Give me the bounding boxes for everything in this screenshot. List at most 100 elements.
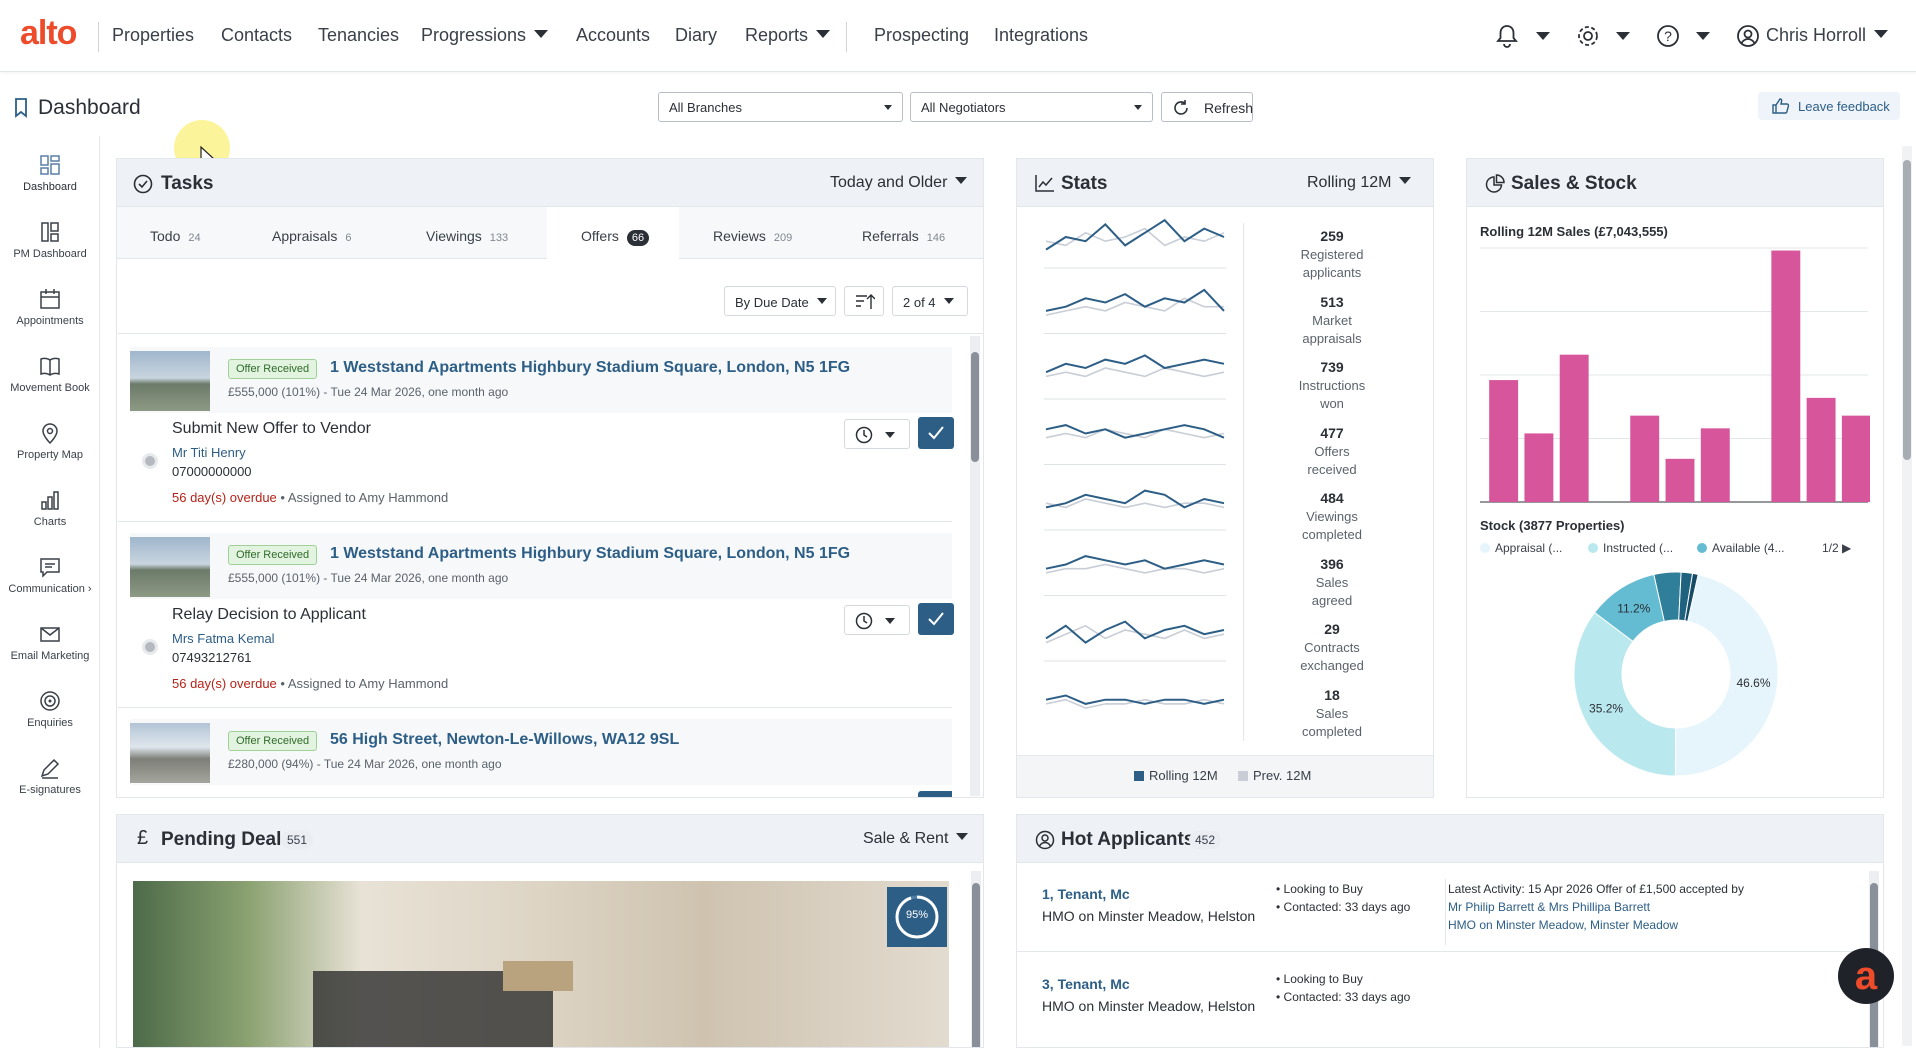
tasks-scrollbar[interactable]: [970, 336, 980, 796]
bookmark-icon[interactable]: [14, 98, 28, 123]
property-address-link[interactable]: 1 Weststand Apartments Highbury Stadium …: [330, 359, 850, 377]
refresh-button[interactable]: Refresh: [1161, 92, 1253, 122]
sidebar-item-communication[interactable]: Communication ›: [0, 556, 100, 620]
leave-feedback-label: Leave feedback: [1798, 99, 1890, 114]
stat-label: Viewings completed: [1302, 509, 1362, 542]
nav-accounts[interactable]: Accounts: [576, 25, 650, 46]
top-navigation: alto Properties Contacts Tenancies Progr…: [0, 0, 1916, 72]
sidebar-item-appointments[interactable]: Appointments: [0, 288, 100, 352]
tasks-filter-dropdown[interactable]: Today and Older: [830, 174, 968, 192]
stock-legend-instructed[interactable]: Instructed (...: [1588, 541, 1673, 555]
activity-contact-link[interactable]: Mr Philip Barrett & Mrs Phillipa Barrett: [1448, 900, 1650, 914]
pending-filter-dropdown[interactable]: Sale & Rent: [863, 830, 969, 848]
offer-price: £280,000 (94%) - Tue 24 Mar 2026, one mo…: [228, 757, 502, 771]
sparkline-current: [1045, 354, 1225, 374]
stock-legend-appraisal[interactable]: Appraisal (...: [1480, 541, 1562, 555]
branches-select[interactable]: All Branches: [658, 92, 903, 122]
nav-reports[interactable]: Reports: [745, 25, 831, 46]
sidebar-item-email-marketing[interactable]: Email Marketing: [0, 623, 100, 687]
sidebar-item-dashboard[interactable]: Dashboard: [0, 154, 100, 218]
task-property-header[interactable]: Offer Received 1 Weststand Apartments Hi…: [130, 347, 952, 413]
snooze-dropdown[interactable]: [844, 419, 910, 449]
hot-title: Hot Applicants: [1061, 829, 1195, 850]
sidebar-item-property-map[interactable]: Property Map: [0, 422, 100, 486]
leave-feedback-button[interactable]: Leave feedback: [1758, 92, 1900, 120]
scrollbar-thumb[interactable]: [1903, 160, 1911, 460]
task-status-radio[interactable]: [142, 453, 158, 469]
complete-task-button[interactable]: [918, 603, 954, 635]
complete-task-button[interactable]: [918, 791, 952, 797]
negotiators-select[interactable]: All Negotiators: [910, 92, 1153, 122]
task-property-header[interactable]: Offer Received 56 High Street, Newton-Le…: [130, 719, 952, 785]
stats-filter-dropdown[interactable]: Rolling 12M: [1307, 174, 1412, 192]
alto-logo[interactable]: alto: [20, 14, 77, 53]
sidebar-item-pm-dashboard[interactable]: PM Dashboard: [0, 221, 100, 285]
bell-icon: [1496, 25, 1518, 48]
tab-todo[interactable]: Todo 24: [150, 228, 201, 244]
donut-data-label: 35.2%: [1589, 702, 1623, 716]
settings-menu[interactable]: [1576, 24, 1600, 53]
mail-icon: [40, 627, 60, 642]
nav-progressions[interactable]: Progressions: [421, 25, 549, 46]
user-avatar-icon[interactable]: [1736, 24, 1760, 53]
sparkline-prev: [1045, 367, 1225, 378]
complete-task-button[interactable]: [918, 417, 954, 449]
page-scrollbar[interactable]: [1902, 146, 1912, 1046]
nav-integrations[interactable]: Integrations: [994, 25, 1088, 46]
tab-offers[interactable]: Offers 66: [581, 228, 650, 246]
message-icon: [40, 558, 60, 578]
applicant-name-link[interactable]: 3, Tenant, Mc: [1042, 976, 1130, 992]
user-menu[interactable]: Chris Horroll: [1766, 25, 1889, 46]
contact-link[interactable]: Mr Titi Henry: [172, 445, 246, 460]
applicant-name-link[interactable]: 1, Tenant, Mc: [1042, 886, 1130, 902]
sort-dropdown[interactable]: By Due Date: [724, 286, 836, 316]
snooze-dropdown[interactable]: [844, 605, 910, 635]
sidebar-item-charts[interactable]: Charts: [0, 489, 100, 553]
sidebar-item-e-signatures[interactable]: E-signatures: [0, 757, 100, 821]
contact-link[interactable]: Mrs Fatma Kemal: [172, 631, 275, 646]
nav-contacts[interactable]: Contacts: [221, 25, 292, 46]
help-caret[interactable]: [1696, 30, 1710, 48]
tab-viewings[interactable]: Viewings 133: [426, 228, 508, 244]
tab-reviews[interactable]: Reviews 209: [713, 228, 792, 244]
legend-rolling-12m: Rolling 12M: [1134, 768, 1218, 783]
sales-bar: [1700, 428, 1730, 502]
deal-property-image[interactable]: [133, 881, 949, 1047]
tab-label: Todo: [150, 228, 181, 244]
stock-legend-available[interactable]: Available (4...: [1697, 541, 1785, 555]
page-dropdown[interactable]: 2 of 4: [892, 286, 968, 316]
help-menu[interactable]: ?: [1656, 24, 1680, 53]
nav-diary[interactable]: Diary: [675, 25, 717, 46]
stat-value: 29: [1324, 621, 1340, 637]
nav-prospecting[interactable]: Prospecting: [874, 25, 969, 46]
pending-card-header: £ Pending Deals 551 Sale & Rent: [117, 815, 983, 863]
trend-chart-icon: [1035, 175, 1054, 192]
sidebar-item-movement-book[interactable]: Movement Book: [0, 355, 100, 419]
nav-properties[interactable]: Properties: [112, 25, 194, 46]
scrollbar-thumb[interactable]: [971, 352, 979, 462]
help-icon: ?: [1657, 25, 1679, 47]
notifications-caret[interactable]: [1536, 30, 1550, 48]
sidebar-item-enquiries[interactable]: Enquiries: [0, 690, 100, 754]
task-property-header[interactable]: Offer Received 1 Weststand Apartments Hi…: [130, 533, 952, 599]
property-address-link[interactable]: 56 High Street, Newton-Le-Willows, WA12 …: [330, 731, 679, 749]
stock-legend-pager[interactable]: 1/2 ▶: [1822, 541, 1851, 555]
refresh-label: Refresh: [1204, 100, 1254, 116]
clock-icon: [855, 426, 873, 444]
chevron-right-icon[interactable]: ▶: [1842, 541, 1851, 555]
applicant-property: HMO on Minster Meadow, Helston: [1042, 908, 1256, 924]
settings-caret[interactable]: [1616, 30, 1630, 48]
nav-tenancies[interactable]: Tenancies: [318, 25, 399, 46]
activity-property-link[interactable]: HMO on Minster Meadow, Minster Meadow: [1448, 918, 1678, 932]
task-status-radio[interactable]: [142, 639, 158, 655]
sort-order-button[interactable]: [844, 286, 884, 316]
page-value: 2 of 4: [903, 295, 936, 310]
property-address-link[interactable]: 1 Weststand Apartments Highbury Stadium …: [330, 545, 850, 563]
tab-appraisals[interactable]: Appraisals 6: [272, 228, 352, 244]
contact-phone: 07000000000: [172, 464, 252, 479]
scrollbar-thumb[interactable]: [972, 883, 980, 1047]
chat-launcher-button[interactable]: a: [1838, 948, 1894, 1004]
pending-scrollbar[interactable]: [971, 871, 981, 1047]
notifications-menu[interactable]: [1496, 24, 1518, 53]
tab-referrals[interactable]: Referrals 146: [862, 228, 945, 244]
